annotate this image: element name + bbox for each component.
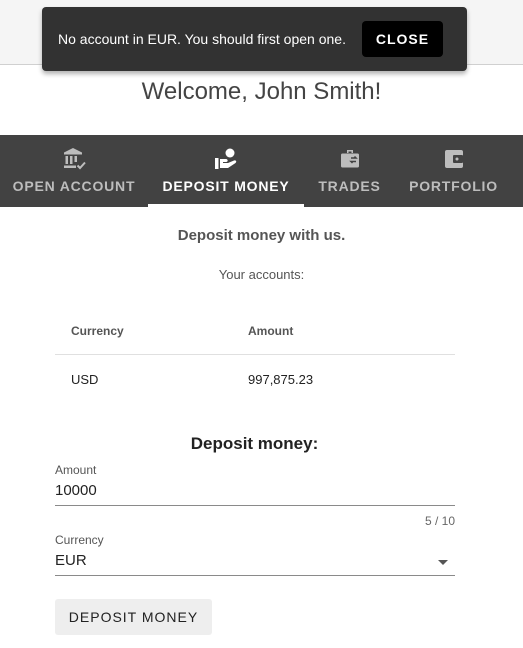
column-header-currency: Currency	[55, 308, 232, 355]
cell-currency: USD	[71, 371, 99, 387]
column-header-amount: Amount	[232, 308, 455, 355]
tab-trades-label: TRADES	[318, 178, 381, 194]
tab-open-account[interactable]: OPEN ACCOUNT	[0, 135, 148, 207]
currency-label: Currency	[55, 533, 104, 547]
briefcase-exchange-icon	[338, 147, 362, 171]
tab-trades[interactable]: TRADES	[304, 135, 395, 207]
amount-label: Amount	[55, 463, 97, 477]
deposit-form-title: Deposit money:	[190, 434, 319, 453]
tab-portfolio-label: PORTFOLIO	[409, 178, 498, 194]
snackbar: No account in EUR. You should first open…	[42, 7, 467, 71]
tab-bar: OPEN ACCOUNT DEPOSIT MONEY TRADES PORTFO…	[0, 135, 523, 207]
tab-open-account-label: OPEN ACCOUNT	[12, 178, 136, 194]
amount-input[interactable]: 10000	[55, 482, 455, 506]
hand-deposit-icon	[214, 147, 238, 171]
tab-deposit-money-label: DEPOSIT MONEY	[162, 178, 290, 194]
cell-amount: 997,875.23	[248, 371, 314, 387]
wallet-icon	[442, 147, 466, 171]
snackbar-close-button[interactable]: CLOSE	[362, 21, 443, 57]
section-title: Deposit money with us.	[177, 227, 346, 244]
currency-selected-value: EUR	[55, 552, 87, 569]
amount-char-counter: 5 / 10	[424, 514, 455, 528]
currency-select[interactable]: Currency EUR	[55, 533, 455, 576]
currency-select-value[interactable]: EUR	[55, 552, 455, 576]
bank-check-icon	[62, 147, 86, 171]
accounts-table: Currency Amount USD 997,875.23	[55, 308, 455, 403]
chevron-down-icon[interactable]	[438, 560, 448, 565]
active-tab-indicator	[148, 204, 304, 207]
tab-portfolio[interactable]: PORTFOLIO	[395, 135, 512, 207]
deposit-money-button[interactable]: DEPOSIT MONEY	[55, 599, 212, 635]
table-row: USD 997,875.23	[55, 355, 455, 404]
welcome-heading: Welcome, John Smith!	[141, 78, 382, 105]
accounts-label: Your accounts:	[218, 267, 305, 282]
table-header-row: Currency Amount	[55, 308, 455, 355]
snackbar-message: No account in EUR. You should first open…	[58, 31, 346, 47]
amount-field[interactable]: Amount 10000	[55, 463, 455, 506]
tab-deposit-money[interactable]: DEPOSIT MONEY	[148, 135, 304, 207]
